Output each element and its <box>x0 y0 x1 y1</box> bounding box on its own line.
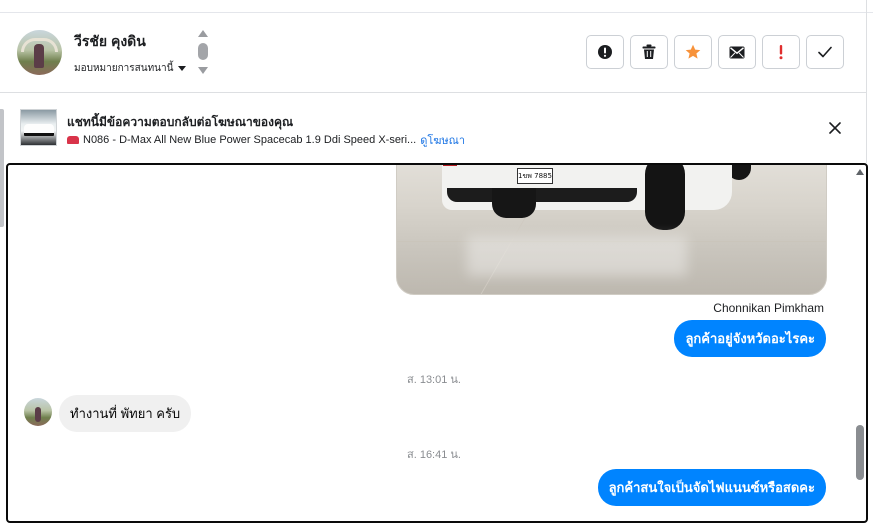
license-plate: 1ขพ 7885 <box>517 168 553 184</box>
scroll-up-arrow-icon[interactable] <box>856 169 864 175</box>
stepper-handle[interactable] <box>198 43 208 60</box>
right-divider <box>866 0 867 163</box>
important-button[interactable] <box>762 35 800 69</box>
sender-name: Chonnikan Pimkham <box>713 301 824 315</box>
check-icon <box>818 46 832 58</box>
car-icon <box>67 136 79 144</box>
message-bubble-incoming[interactable]: ทำงานที่ พัทยา ครับ <box>59 395 192 432</box>
exclamation-icon <box>779 45 783 60</box>
timestamp: ส. 13:01 น. <box>407 374 461 386</box>
delete-button[interactable] <box>630 35 668 69</box>
message-bubble-outgoing[interactable]: ลูกค้าสนใจเป็นจัดไฟแนนซ์หรือสดคะ <box>597 469 826 506</box>
message-thread[interactable]: 1ขพ 7885 Chonnikan Pimkham ลูกค้าอยู่จัง… <box>6 163 868 523</box>
arrow-up-icon[interactable] <box>198 30 208 37</box>
assign-label: มอบหมายการสนทนานี้ <box>74 63 174 74</box>
view-ad-link[interactable]: ดูโฆษณา <box>420 131 465 149</box>
message-bubble-outgoing[interactable]: ลูกค้าอยู่จังหวัดอะไรคะ <box>674 320 826 357</box>
report-button[interactable] <box>586 35 624 69</box>
close-icon[interactable] <box>828 121 842 135</box>
mark-done-button[interactable] <box>806 35 844 69</box>
star-icon <box>685 44 701 59</box>
conversation-header: วีรชัย คุงดิน มอบหมายการสนทนานี้ <box>0 13 866 93</box>
star-button[interactable] <box>674 35 712 69</box>
scrollbar-thumb[interactable] <box>856 425 864 480</box>
conversation-actions <box>586 35 844 69</box>
contact-avatar-small[interactable] <box>24 398 52 426</box>
envelope-icon <box>729 46 745 58</box>
contact-name[interactable]: วีรชัย คุงดิน <box>74 31 146 53</box>
ad-details: N086 - D-Max All New Blue Power Spacecab… <box>67 131 465 149</box>
attachment-photo[interactable]: 1ขพ 7885 <box>396 165 827 295</box>
mark-unread-button[interactable] <box>718 35 756 69</box>
ad-reply-banner: แชทนี้มีข้อความตอบกลับต่อโฆษณาของคุณ N08… <box>0 93 866 163</box>
exclamation-circle-icon <box>598 45 612 59</box>
caret-down-icon <box>178 66 187 71</box>
arrow-down-icon[interactable] <box>198 67 208 74</box>
assign-conversation-dropdown[interactable]: มอบหมายการสนทนานี้ <box>74 61 187 76</box>
left-scroll-edge <box>0 109 4 227</box>
ad-name: N086 - D-Max All New Blue Power Spacecab… <box>83 134 417 146</box>
ad-banner-title: แชทนี้มีข้อความตอบกลับต่อโฆษณาของคุณ <box>67 115 294 129</box>
conversation-stepper[interactable] <box>197 30 209 76</box>
timestamp: ส. 16:41 น. <box>407 449 461 461</box>
trash-icon <box>642 44 656 59</box>
contact-avatar[interactable] <box>17 30 62 75</box>
ad-thumbnail[interactable] <box>20 109 57 146</box>
